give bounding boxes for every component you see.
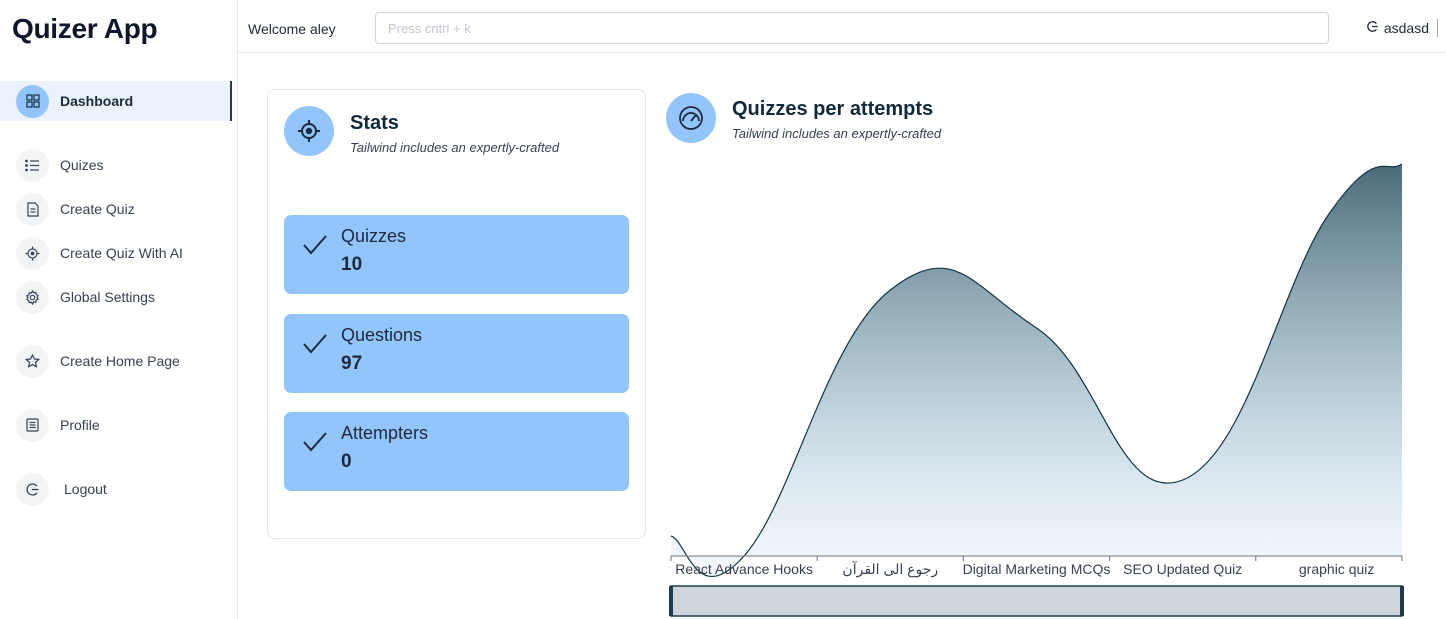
sidebar-item-logout[interactable]: Logout <box>0 469 232 509</box>
stat-value: 10 <box>341 254 363 275</box>
stat-card-questions: Questions 97 <box>284 314 629 393</box>
stats-subtitle: Tailwind includes an expertly-crafted <box>350 140 560 155</box>
stat-label: Attempters <box>341 423 429 443</box>
document-icon <box>16 192 49 226</box>
app-title: Quizer App <box>12 13 158 44</box>
crosshair-icon <box>16 236 49 270</box>
sidebar: Quizer App Dashboard Quizes Create Quiz … <box>0 0 238 619</box>
data-zoom-slider[interactable] <box>670 585 1403 617</box>
chart-area-fill <box>671 164 1402 577</box>
check-icon <box>302 234 328 261</box>
sidebar-item-label: Create Home Page <box>60 353 180 369</box>
check-icon <box>302 333 328 360</box>
divider <box>1437 19 1438 37</box>
dashboard-grid-icon <box>16 84 49 118</box>
stat-label: Quizzes <box>341 226 407 246</box>
list-icon <box>16 148 49 182</box>
stat-label: Questions <box>341 325 423 345</box>
x-tick-label: Digital Marketing MCQs <box>963 561 1111 577</box>
sidebar-item-label: Dashboard <box>60 93 134 109</box>
sidebar-item-label: Logout <box>64 481 107 497</box>
sidebar-item-profile[interactable]: Profile <box>0 405 232 445</box>
sidebar-item-label: Quizes <box>60 157 104 173</box>
stats-title: Stats <box>350 112 399 134</box>
user-menu[interactable]: asdasd <box>1366 19 1438 37</box>
search-input[interactable] <box>375 12 1329 44</box>
sidebar-item-label: Global Settings <box>60 289 155 305</box>
logout-icon <box>1366 20 1379 36</box>
x-tick-label: React Advance Hooks <box>675 561 813 577</box>
sidebar-item-create-quiz-ai[interactable]: Create Quiz With AI <box>0 233 232 273</box>
x-tick-label: SEO Updated Quiz <box>1123 561 1242 577</box>
x-tick-label: graphic quiz <box>1299 561 1375 577</box>
stat-card-quizzes: Quizzes 10 <box>284 215 629 294</box>
username: asdasd <box>1383 20 1429 36</box>
sidebar-item-global-settings[interactable]: Global Settings <box>0 277 232 317</box>
sidebar-item-create-quiz[interactable]: Create Quiz <box>0 189 232 229</box>
stats-card: Stats Tailwind includes an expertly-craf… <box>267 89 646 539</box>
crosshair-icon <box>284 106 334 156</box>
star-icon <box>16 344 49 378</box>
x-tick-label: رجوع الى القرآن <box>842 560 938 578</box>
profile-card-icon <box>16 408 49 442</box>
stat-value: 97 <box>341 353 363 374</box>
sidebar-item-label: Profile <box>60 417 100 433</box>
area-chart: React Advance Hooks رجوع الى القرآن Digita… <box>669 163 1404 617</box>
sidebar-item-dashboard[interactable]: Dashboard <box>0 81 232 121</box>
slider-handle-left[interactable] <box>669 586 673 616</box>
top-header: Welcome aley asdasd <box>238 0 1446 53</box>
sidebar-item-label: Create Quiz <box>60 201 135 217</box>
welcome-text: Welcome aley <box>248 21 336 37</box>
chart-panel: Quizzes per attempts Tailwind includes a… <box>660 88 1446 619</box>
slider-handle-right[interactable] <box>1400 586 1404 616</box>
logout-icon <box>16 472 49 506</box>
sidebar-item-label: Create Quiz With AI <box>60 245 183 261</box>
stat-value: 0 <box>341 451 352 472</box>
check-icon <box>302 431 328 458</box>
gear-icon <box>16 280 49 314</box>
sidebar-item-create-home-page[interactable]: Create Home Page <box>0 341 232 381</box>
stat-card-attempters: Attempters 0 <box>284 412 629 491</box>
sidebar-item-quizes[interactable]: Quizes <box>0 145 232 185</box>
